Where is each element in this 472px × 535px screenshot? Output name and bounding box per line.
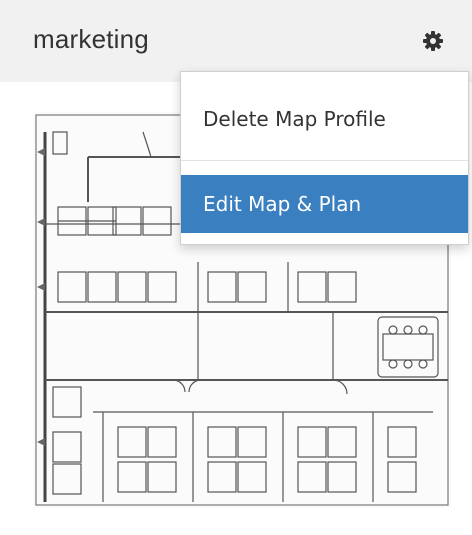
delete-map-profile-item[interactable]: Delete Map Profile: [181, 107, 468, 147]
gear-icon[interactable]: [421, 29, 445, 53]
edit-map-plan-item[interactable]: Edit Map & Plan: [181, 175, 468, 233]
gear-dropdown-menu: Delete Map Profile Edit Map & Plan: [180, 71, 469, 245]
card-header: marketing: [0, 0, 472, 82]
map-profile-title: marketing: [33, 24, 149, 54]
menu-divider: [181, 160, 468, 161]
